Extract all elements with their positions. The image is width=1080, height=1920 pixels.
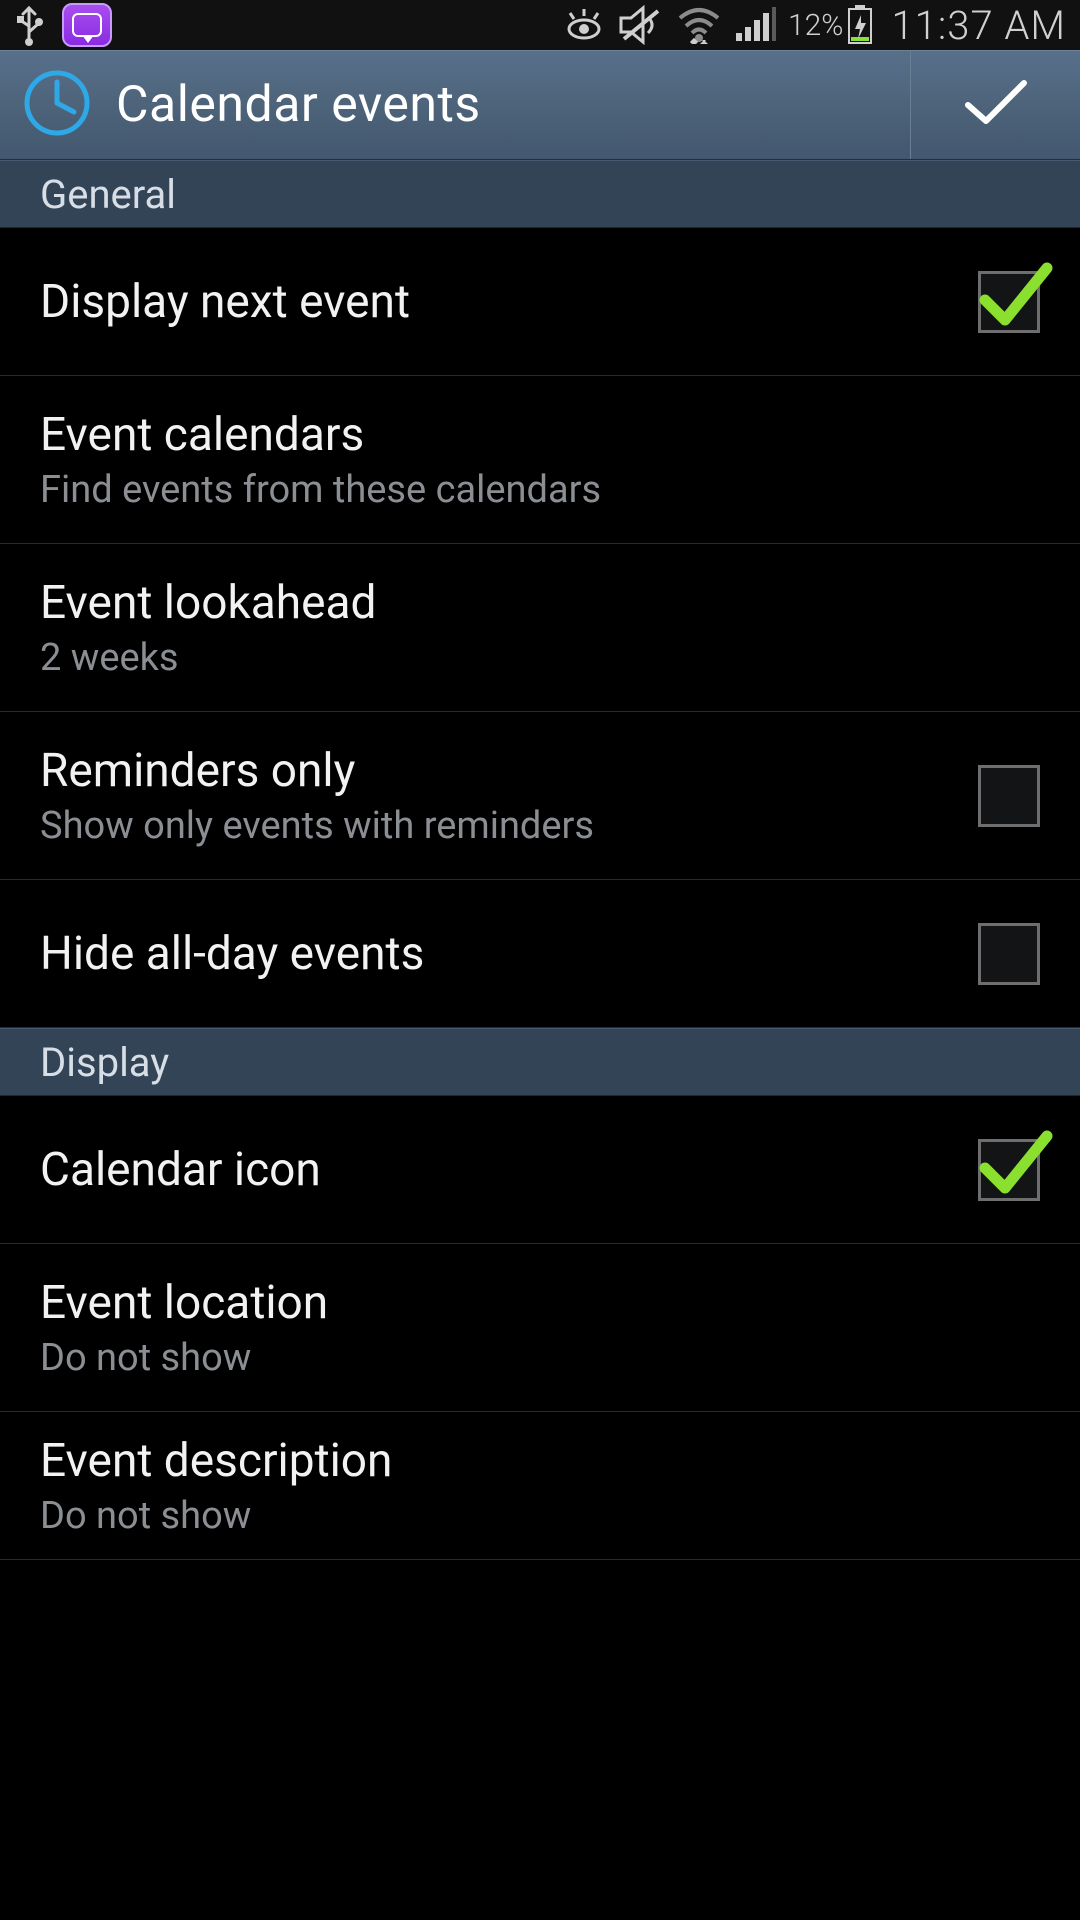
- row-subtitle: Do not show: [40, 1336, 1040, 1380]
- signal-icon: [734, 7, 776, 43]
- app-notification-icon: [62, 3, 112, 47]
- checkmark-icon: [960, 77, 1032, 133]
- row-subtitle: Show only events with reminders: [40, 804, 978, 848]
- checkbox-reminders-only[interactable]: [978, 765, 1040, 827]
- checkbox-hide-all-day[interactable]: [978, 923, 1040, 985]
- page-title: Calendar events: [116, 76, 481, 134]
- section-header-general: General: [0, 160, 1080, 228]
- row-subtitle: Find events from these calendars: [40, 468, 1040, 512]
- battery-indicator: 12%: [788, 5, 873, 45]
- row-event-lookahead[interactable]: Event lookahead 2 weeks: [0, 544, 1080, 712]
- section-label: Display: [40, 1039, 169, 1086]
- usb-icon: [14, 4, 44, 46]
- row-hide-all-day[interactable]: Hide all-day events: [0, 880, 1080, 1028]
- row-title: Hide all-day events: [40, 927, 978, 981]
- checkbox-calendar-icon[interactable]: [978, 1139, 1040, 1201]
- wifi-icon: [676, 6, 722, 44]
- row-event-location[interactable]: Event location Do not show: [0, 1244, 1080, 1412]
- row-title: Event lookahead: [40, 576, 1040, 630]
- row-subtitle: 2 weeks: [40, 636, 1040, 680]
- app-bar: Calendar events: [0, 50, 1080, 160]
- row-reminders-only[interactable]: Reminders only Show only events with rem…: [0, 712, 1080, 880]
- row-title: Event calendars: [40, 408, 1040, 462]
- row-title: Event location: [40, 1276, 1040, 1330]
- status-bar: 12% 11:37 AM: [0, 0, 1080, 50]
- clock-icon: [22, 68, 92, 142]
- row-title: Reminders only: [40, 744, 978, 798]
- smart-stay-icon: [562, 7, 606, 43]
- status-time: 11:37 AM: [891, 2, 1066, 49]
- row-event-description[interactable]: Event description Do not show: [0, 1412, 1080, 1560]
- checkbox-display-next-event[interactable]: [978, 271, 1040, 333]
- row-display-next-event[interactable]: Display next event: [0, 228, 1080, 376]
- row-title: Display next event: [40, 275, 978, 329]
- row-event-calendars[interactable]: Event calendars Find events from these c…: [0, 376, 1080, 544]
- row-title: Calendar icon: [40, 1143, 978, 1197]
- row-title: Event description: [40, 1434, 1040, 1488]
- row-calendar-icon[interactable]: Calendar icon: [0, 1096, 1080, 1244]
- row-subtitle: Do not show: [40, 1494, 1040, 1538]
- confirm-button[interactable]: [910, 51, 1080, 159]
- section-header-display: Display: [0, 1028, 1080, 1096]
- battery-percent: 12%: [788, 8, 843, 43]
- mute-icon: [618, 5, 664, 45]
- section-label: General: [40, 171, 176, 218]
